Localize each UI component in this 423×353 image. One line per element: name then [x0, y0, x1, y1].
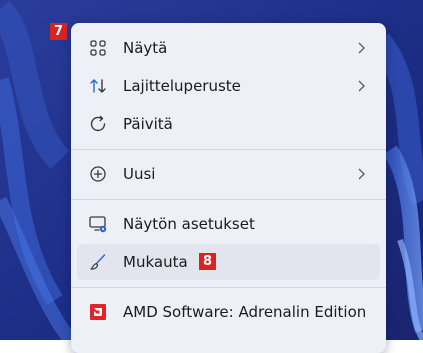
- menu-item-label: Uusi: [123, 165, 156, 183]
- menu-item-new[interactable]: Uusi: [77, 156, 380, 192]
- plus-circle-icon: [88, 164, 108, 184]
- menu-separator: [71, 199, 386, 200]
- menu-item-label: Näytön asetukset: [123, 215, 255, 233]
- menu-separator: [71, 287, 386, 288]
- grid-view-icon: [88, 38, 108, 58]
- menu-item-personalize[interactable]: Mukauta 8: [77, 244, 380, 280]
- refresh-icon: [88, 114, 108, 134]
- menu-item-label: AMD Software: Adrenalin Edition: [123, 303, 367, 321]
- step-badge-8: 8: [199, 253, 216, 270]
- chevron-right-icon: [356, 41, 366, 55]
- menu-item-label: Näytä: [123, 39, 168, 57]
- desktop-context-menu: Näytä Lajitteluperuste Päivitä Uusi Näyt…: [71, 23, 386, 353]
- display-settings-icon: [88, 214, 108, 234]
- menu-item-label: Päivitä: [123, 115, 173, 133]
- sort-arrows-icon: [88, 76, 108, 96]
- amd-logo-icon: [88, 302, 108, 322]
- step-badge-7: 7: [50, 23, 67, 40]
- menu-item-display-settings[interactable]: Näytön asetukset: [77, 206, 380, 242]
- menu-item-amd-software[interactable]: AMD Software: Adrenalin Edition: [77, 294, 380, 330]
- menu-item-refresh[interactable]: Päivitä: [77, 106, 380, 142]
- chevron-right-icon: [356, 167, 366, 181]
- menu-item-view[interactable]: Näytä: [77, 30, 380, 66]
- chevron-right-icon: [356, 79, 366, 93]
- menu-item-label: Lajitteluperuste: [123, 77, 241, 95]
- paintbrush-icon: [88, 252, 108, 272]
- menu-item-sort-by[interactable]: Lajitteluperuste: [77, 68, 380, 104]
- menu-item-label: Mukauta: [123, 253, 188, 271]
- menu-separator: [71, 149, 386, 150]
